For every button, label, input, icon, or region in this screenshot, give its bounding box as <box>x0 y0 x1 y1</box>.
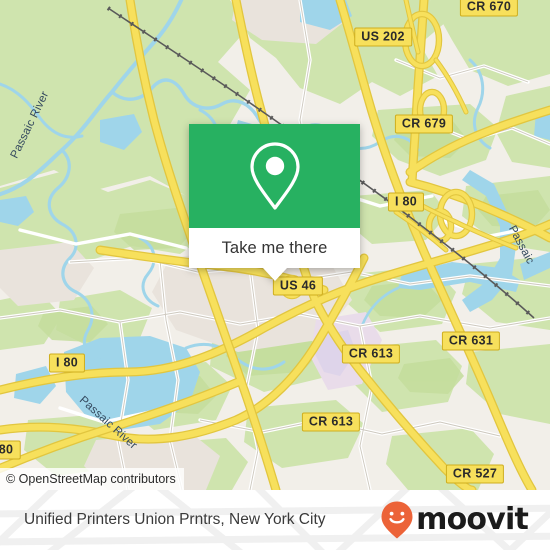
road-shield-label: I 80 <box>394 194 418 209</box>
popup-tail <box>262 268 287 281</box>
road-shield: I 80 <box>387 192 425 212</box>
popup-action-bar[interactable]: Take me there <box>189 228 360 281</box>
road-shield-label: US 202 <box>361 29 405 44</box>
road-shield: CR 527 <box>445 464 505 484</box>
place-title: Unified Printers Union Prntrs, New York … <box>24 511 326 528</box>
road-shield: CR 679 <box>394 114 454 134</box>
road-shield-label: CR 613 <box>308 414 354 429</box>
map-screenshot-root: CR 670 US 202 CR 679 I 80 US 46 CR 613 CR 631 I… <box>0 0 550 550</box>
map-canvas[interactable]: CR 670 US 202 CR 679 I 80 US 46 CR 613 CR 631 I… <box>0 0 550 490</box>
location-pin-icon <box>249 142 300 210</box>
road-shield-label: I 80 <box>55 355 79 370</box>
road-shield-label: CR 679 <box>401 116 447 131</box>
moovit-wordmark: moovit <box>416 502 529 537</box>
road-shield: CR 613 <box>301 412 361 432</box>
road-shield: CR 631 <box>441 331 501 351</box>
road-shield-label: CR 613 <box>348 346 394 361</box>
road-shield: I 80 <box>48 353 86 373</box>
road-shield-label: 80 <box>0 442 14 457</box>
osm-attribution[interactable]: © OpenStreetMap contributors <box>0 468 184 490</box>
road-shield-label: CR 670 <box>466 0 512 14</box>
road-shield-label: CR 631 <box>448 333 494 348</box>
road-shield: 80 <box>0 440 21 460</box>
popup-image-area <box>189 124 360 228</box>
road-shield: US 202 <box>354 27 412 47</box>
road-shield: CR 670 <box>459 0 519 17</box>
road-shield: CR 613 <box>341 344 401 364</box>
location-popup[interactable]: Take me there <box>189 124 360 281</box>
moovit-pin-smiley-icon <box>381 501 413 539</box>
take-me-there-label: Take me there <box>221 238 328 257</box>
footer-content: Unified Printers Union Prntrs, New York … <box>0 490 550 550</box>
moovit-brand[interactable]: moovit <box>380 500 529 540</box>
road-shield-label: CR 527 <box>452 466 498 481</box>
footer-bar: Unified Printers Union Prntrs, New York … <box>0 490 550 550</box>
